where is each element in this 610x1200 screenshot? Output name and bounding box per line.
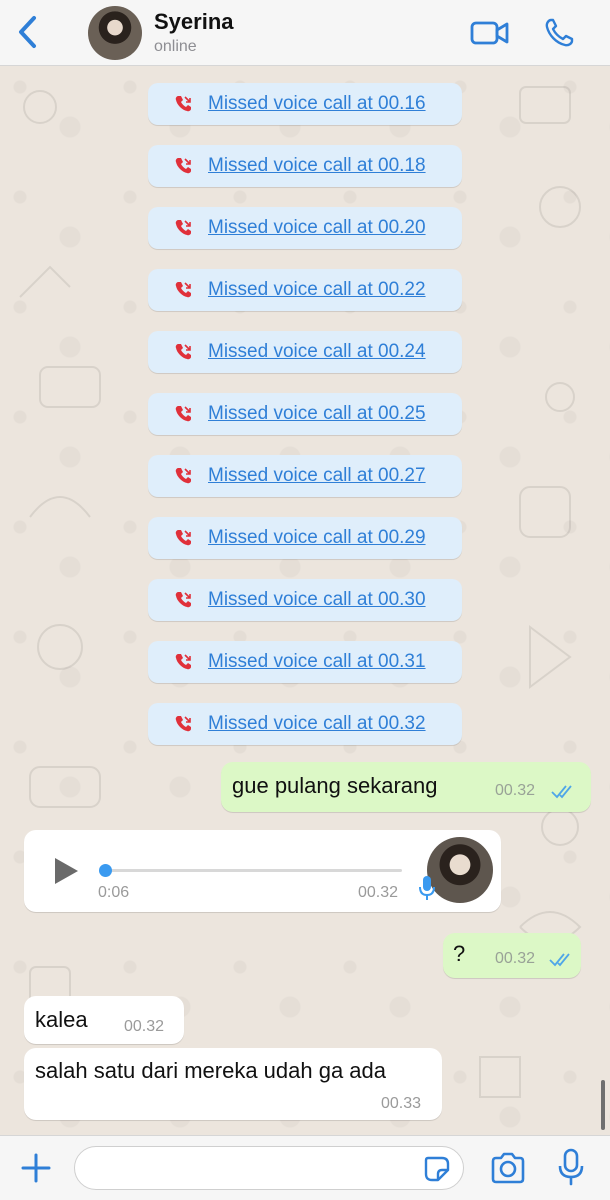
missed-call-notice[interactable]: Missed voice call at 00.32 xyxy=(148,703,462,745)
voice-progress-track[interactable] xyxy=(104,869,402,872)
chat-header: Syerina online xyxy=(0,0,610,66)
contact-name[interactable]: Syerina xyxy=(154,9,234,35)
missed-call-text: Missed voice call at 00.18 xyxy=(208,155,426,176)
contact-status: online xyxy=(154,38,197,55)
missed-call-icon xyxy=(175,344,191,360)
missed-call-notice[interactable]: Missed voice call at 00.25 xyxy=(148,393,462,435)
message-time: 00.32 xyxy=(124,1018,165,1035)
plus-icon[interactable] xyxy=(20,1152,52,1184)
missed-call-icon xyxy=(175,592,191,608)
message-time: 00.33 xyxy=(381,1095,422,1112)
composer-bar xyxy=(0,1135,610,1200)
missed-call-text: Missed voice call at 00.24 xyxy=(208,341,426,362)
missed-call-notice[interactable]: Missed voice call at 00.29 xyxy=(148,517,462,559)
missed-call-text: Missed voice call at 00.22 xyxy=(208,279,426,300)
message-time: 00.32 xyxy=(358,884,399,901)
missed-call-icon xyxy=(175,96,191,112)
missed-call-notice[interactable]: Missed voice call at 00.18 xyxy=(148,145,462,187)
outgoing-message[interactable]: gue pulang sekarang 00.32 xyxy=(221,762,591,812)
missed-call-text: Missed voice call at 00.20 xyxy=(208,217,426,238)
incoming-message[interactable]: salah satu dari mereka udah ga ada 00.33 xyxy=(24,1048,442,1120)
message-text: kalea xyxy=(35,1007,88,1032)
missed-call-notice[interactable]: Missed voice call at 00.22 xyxy=(148,269,462,311)
voice-duration: 0:06 xyxy=(98,884,130,901)
missed-call-notice[interactable]: Missed voice call at 00.31 xyxy=(148,641,462,683)
missed-call-icon xyxy=(175,282,191,298)
message-text: salah satu dari mereka udah ga ada xyxy=(35,1058,387,1083)
voice-progress-knob[interactable] xyxy=(99,864,112,877)
phone-icon[interactable] xyxy=(543,17,575,49)
voice-message[interactable]: 0:06 00.32 xyxy=(24,830,501,912)
sticker-icon[interactable] xyxy=(424,1156,450,1182)
camera-icon[interactable] xyxy=(490,1152,526,1184)
missed-call-icon xyxy=(175,654,191,670)
missed-call-text: Missed voice call at 00.29 xyxy=(208,527,426,548)
scrollbar[interactable] xyxy=(601,1080,605,1130)
message-text: ? xyxy=(453,941,466,966)
microphone-icon[interactable] xyxy=(558,1148,584,1186)
contact-avatar[interactable] xyxy=(88,6,142,60)
video-call-icon[interactable] xyxy=(470,18,510,48)
missed-call-text: Missed voice call at 00.32 xyxy=(208,713,426,734)
play-icon[interactable] xyxy=(52,856,80,886)
missed-call-notice[interactable]: Missed voice call at 00.24 xyxy=(148,331,462,373)
incoming-message[interactable]: kalea 00.32 xyxy=(24,996,184,1044)
message-time: 00.32 xyxy=(495,782,536,799)
read-ticks-icon xyxy=(549,953,570,967)
sender-avatar xyxy=(427,837,493,903)
message-input[interactable] xyxy=(74,1146,464,1190)
missed-call-notice[interactable]: Missed voice call at 00.30 xyxy=(148,579,462,621)
missed-call-text: Missed voice call at 00.27 xyxy=(208,465,426,486)
missed-call-text: Missed voice call at 00.31 xyxy=(208,651,426,672)
missed-call-icon xyxy=(175,468,191,484)
missed-call-notice[interactable]: Missed voice call at 00.20 xyxy=(148,207,462,249)
missed-call-icon xyxy=(175,530,191,546)
missed-call-icon xyxy=(175,220,191,236)
microphone-icon xyxy=(419,876,435,900)
back-button[interactable] xyxy=(14,14,44,50)
missed-call-icon xyxy=(175,158,191,174)
chat-area[interactable]: Missed voice call at 00.16 Missed voice c… xyxy=(0,67,610,1135)
missed-call-text: Missed voice call at 00.16 xyxy=(208,93,426,114)
missed-call-icon xyxy=(175,406,191,422)
missed-call-notice[interactable]: Missed voice call at 00.27 xyxy=(148,455,462,497)
read-ticks-icon xyxy=(551,785,572,799)
missed-call-text: Missed voice call at 00.25 xyxy=(208,403,426,424)
missed-call-icon xyxy=(175,716,191,732)
outgoing-message[interactable]: ? 00.32 xyxy=(443,933,581,978)
message-text: gue pulang sekarang xyxy=(232,773,438,798)
message-time: 00.32 xyxy=(495,950,536,967)
missed-call-notice[interactable]: Missed voice call at 00.16 xyxy=(148,83,462,125)
missed-call-text: Missed voice call at 00.30 xyxy=(208,589,426,610)
